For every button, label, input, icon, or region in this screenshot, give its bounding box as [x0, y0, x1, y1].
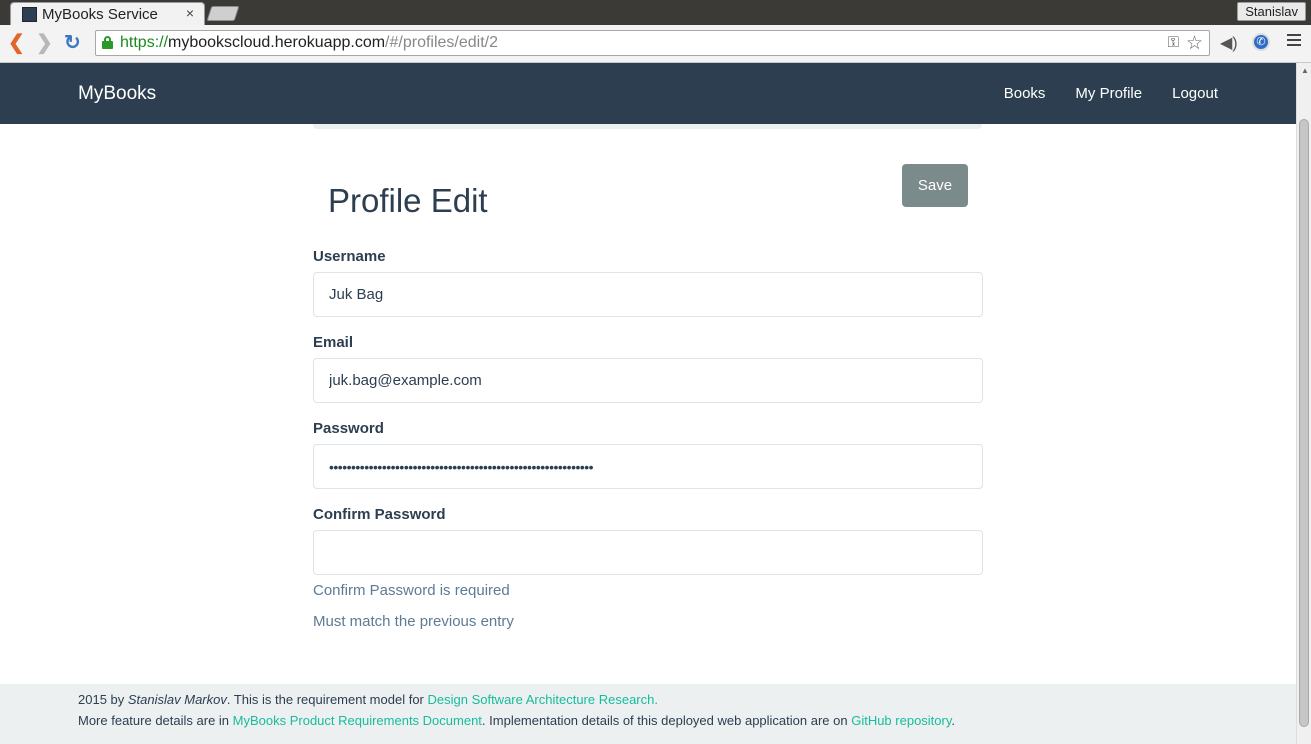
github-link[interactable]: GitHub repository — [851, 713, 951, 728]
address-bar[interactable]: https://mybookscloud.herokuapp.com/#/pro… — [95, 30, 1210, 56]
confirm-password-label: Confirm Password — [313, 506, 446, 523]
navbar: MyBooks Books My Profile Logout — [0, 63, 1296, 124]
lock-icon — [102, 36, 113, 49]
url-text[interactable]: https://mybookscloud.herokuapp.com/#/pro… — [120, 34, 498, 52]
password-label: Password — [313, 420, 384, 437]
browser-tab[interactable]: MyBooks Service × — [10, 2, 205, 25]
navbar-links: Books My Profile Logout — [1004, 85, 1218, 102]
footer-author: Stanislav Markov — [127, 692, 227, 707]
nav-link-books[interactable]: Books — [1004, 85, 1046, 102]
scroll-up-icon[interactable]: ▲ — [1301, 66, 1309, 75]
favicon-icon — [22, 7, 37, 22]
extension-phone-icon[interactable]: ✆ — [1252, 33, 1270, 51]
navbar-brand[interactable]: MyBooks — [78, 83, 156, 105]
panel-edge — [313, 124, 982, 129]
new-tab-button[interactable] — [206, 6, 240, 21]
confirm-required-error: Confirm Password is required — [313, 582, 510, 599]
password-field[interactable] — [313, 444, 983, 489]
confirm-match-error: Must match the previous entry — [313, 613, 514, 630]
email-field[interactable] — [313, 358, 983, 403]
tab-title: MyBooks Service — [42, 6, 158, 23]
browser-menu-icon[interactable] — [1287, 34, 1301, 46]
forward-arrow-icon[interactable]: ❯ — [36, 32, 53, 54]
nav-link-logout[interactable]: Logout — [1172, 85, 1218, 102]
email-label: Email — [313, 334, 354, 351]
bookmark-star-icon[interactable]: ☆ — [1186, 32, 1203, 55]
nav-link-my-profile[interactable]: My Profile — [1075, 85, 1142, 102]
confirm-password-field[interactable] — [313, 530, 983, 575]
footer-line-2: More feature details are in MyBooks Prod… — [78, 713, 956, 728]
requirements-doc-link[interactable]: MyBooks Product Requirements Document — [233, 713, 482, 728]
footer-line-1: 2015 by Stanislav Markov. This is the re… — [78, 692, 658, 707]
page-scrollbar[interactable]: ▲ — [1296, 63, 1311, 744]
key-icon[interactable]: ⚿ — [1168, 34, 1179, 51]
page-title: Profile Edit — [328, 182, 488, 219]
footer: 2015 by Stanislav Markov. This is the re… — [0, 684, 1296, 744]
extension-speaker-icon[interactable]: ◀) — [1220, 33, 1238, 53]
username-label: Username — [313, 248, 386, 265]
research-link[interactable]: Design Software Architecture Research. — [427, 692, 658, 707]
scrollbar-thumb[interactable] — [1299, 119, 1309, 727]
reload-icon[interactable]: ↻ — [64, 32, 81, 54]
username-field[interactable] — [313, 272, 983, 317]
save-button[interactable]: Save — [902, 164, 968, 207]
close-tab-icon[interactable]: × — [186, 5, 194, 21]
browser-profile-button[interactable]: Stanislav — [1237, 2, 1306, 21]
page-viewport: MyBooks Books My Profile Logout Profile … — [0, 63, 1296, 744]
browser-tabstrip: MyBooks Service × Stanislav — [0, 0, 1311, 25]
back-arrow-icon[interactable]: ❮ — [8, 32, 25, 54]
browser-toolbar: ❮ ❯ ↻ https://mybookscloud.herokuapp.com… — [0, 25, 1311, 63]
